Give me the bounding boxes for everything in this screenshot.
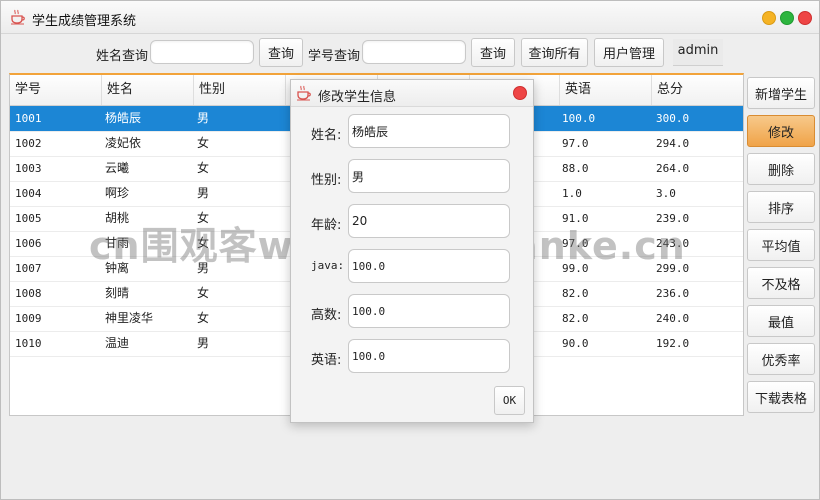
- cell-id: 1003: [15, 162, 42, 175]
- id-query-button[interactable]: 查询: [471, 38, 515, 67]
- cell-id: 1004: [15, 187, 42, 200]
- cell-total: 294.0: [656, 137, 690, 150]
- name-query-label: 姓名查询: [96, 49, 149, 64]
- cell-english: 88.0: [562, 162, 589, 175]
- cell-name: 啊珍: [105, 186, 130, 200]
- cell-total: 240.0: [656, 312, 690, 325]
- close-button[interactable]: [798, 11, 812, 25]
- column-header-name[interactable]: 姓名: [102, 75, 194, 105]
- cell-gender: 女: [197, 211, 210, 225]
- cell-english: 99.0: [562, 262, 589, 275]
- cell-id: 1005: [15, 212, 42, 225]
- delete-button[interactable]: 删除: [747, 153, 815, 185]
- main-window: 学生成绩管理系统 姓名查询 查询 学号查询 查询 查询所有 用户管理 admin…: [0, 0, 820, 500]
- maximize-button[interactable]: [780, 11, 794, 25]
- coffee-cup-icon: [11, 9, 25, 25]
- cell-gender: 女: [197, 236, 210, 250]
- cell-total: 299.0: [656, 262, 690, 275]
- cell-id: 1001: [15, 112, 42, 125]
- cell-id: 1006: [15, 237, 42, 250]
- cell-name: 胡桃: [105, 211, 130, 225]
- dialog-title-bar[interactable]: 修改学生信息: [291, 80, 533, 107]
- cell-total: 264.0: [656, 162, 690, 175]
- cell-gender: 男: [197, 186, 210, 200]
- cell-gender: 女: [197, 311, 210, 325]
- download-table-button[interactable]: 下载表格: [747, 381, 815, 413]
- cell-name: 甘雨: [105, 236, 130, 250]
- field-input-math[interactable]: [348, 294, 510, 328]
- cell-gender: 男: [197, 111, 210, 125]
- cell-total: 192.0: [656, 337, 690, 350]
- name-query-input[interactable]: [150, 40, 254, 64]
- edit-button[interactable]: 修改: [747, 115, 815, 147]
- cell-english: 97.0: [562, 237, 589, 250]
- cell-name: 杨皓辰: [105, 111, 142, 125]
- cell-gender: 女: [197, 161, 210, 175]
- cell-english: 90.0: [562, 337, 589, 350]
- cell-gender: 女: [197, 136, 210, 150]
- cell-name: 云曦: [105, 161, 130, 175]
- extremes-button[interactable]: 最值: [747, 305, 815, 337]
- name-query-button[interactable]: 查询: [259, 38, 303, 67]
- cell-name: 钟离: [105, 261, 130, 275]
- column-header-english[interactable]: 英语: [560, 75, 652, 105]
- cell-gender: 女: [197, 286, 210, 300]
- field-label-age: 年龄:: [311, 218, 342, 233]
- ok-button[interactable]: OK: [494, 386, 525, 415]
- cell-id: 1010: [15, 337, 42, 350]
- edit-student-dialog: 修改学生信息 姓名: 性别: 年龄: java: 高数: 英语: OK: [290, 79, 534, 423]
- id-query-input[interactable]: [362, 40, 466, 64]
- cell-english: 97.0: [562, 137, 589, 150]
- field-input-java[interactable]: [348, 249, 510, 283]
- column-header-id[interactable]: 学号: [10, 75, 102, 105]
- cell-id: 1008: [15, 287, 42, 300]
- cell-total: 243.0: [656, 237, 690, 250]
- cell-name: 凌妃依: [105, 136, 142, 150]
- window-title: 学生成绩管理系统: [32, 14, 137, 29]
- cell-name: 温迪: [105, 336, 130, 350]
- field-input-gender[interactable]: [348, 159, 510, 193]
- cell-gender: 男: [197, 336, 210, 350]
- sort-button[interactable]: 排序: [747, 191, 815, 223]
- current-user-label: admin: [673, 39, 723, 66]
- cell-english: 91.0: [562, 212, 589, 225]
- cell-english: 100.0: [562, 112, 596, 125]
- field-label-gender: 性别:: [311, 173, 342, 188]
- column-header-gender[interactable]: 性别: [194, 75, 286, 105]
- field-label-math: 高数:: [311, 308, 342, 323]
- field-label-java: java:: [311, 259, 345, 272]
- cell-total: 239.0: [656, 212, 690, 225]
- cell-id: 1002: [15, 137, 42, 150]
- field-input-english[interactable]: [348, 339, 510, 373]
- field-input-name[interactable]: [348, 114, 510, 148]
- column-header-total[interactable]: 总分: [652, 75, 743, 105]
- coffee-cup-icon: [297, 85, 311, 101]
- cell-english: 82.0: [562, 312, 589, 325]
- cell-name: 刻晴: [105, 286, 130, 300]
- user-manage-button[interactable]: 用户管理: [594, 38, 664, 67]
- field-input-age[interactable]: [348, 204, 510, 238]
- title-bar[interactable]: 学生成绩管理系统: [1, 1, 819, 34]
- dialog-close-button[interactable]: [513, 86, 527, 100]
- cell-id: 1009: [15, 312, 42, 325]
- query-all-button[interactable]: 查询所有: [521, 38, 588, 67]
- dialog-title: 修改学生信息: [318, 90, 397, 105]
- id-query-label: 学号查询: [308, 49, 361, 64]
- cell-total: 236.0: [656, 287, 690, 300]
- cell-name: 神里凌华: [105, 311, 154, 325]
- excellent-rate-button[interactable]: 优秀率: [747, 343, 815, 375]
- cell-english: 1.0: [562, 187, 582, 200]
- cell-gender: 男: [197, 261, 210, 275]
- cell-english: 82.0: [562, 287, 589, 300]
- cell-id: 1007: [15, 262, 42, 275]
- cell-total: 300.0: [656, 112, 690, 125]
- fail-button[interactable]: 不及格: [747, 267, 815, 299]
- field-label-english: 英语:: [311, 353, 342, 368]
- field-label-name: 姓名:: [311, 128, 342, 143]
- average-button[interactable]: 平均值: [747, 229, 815, 261]
- add-student-button[interactable]: 新增学生: [747, 77, 815, 109]
- cell-total: 3.0: [656, 187, 676, 200]
- minimize-button[interactable]: [762, 11, 776, 25]
